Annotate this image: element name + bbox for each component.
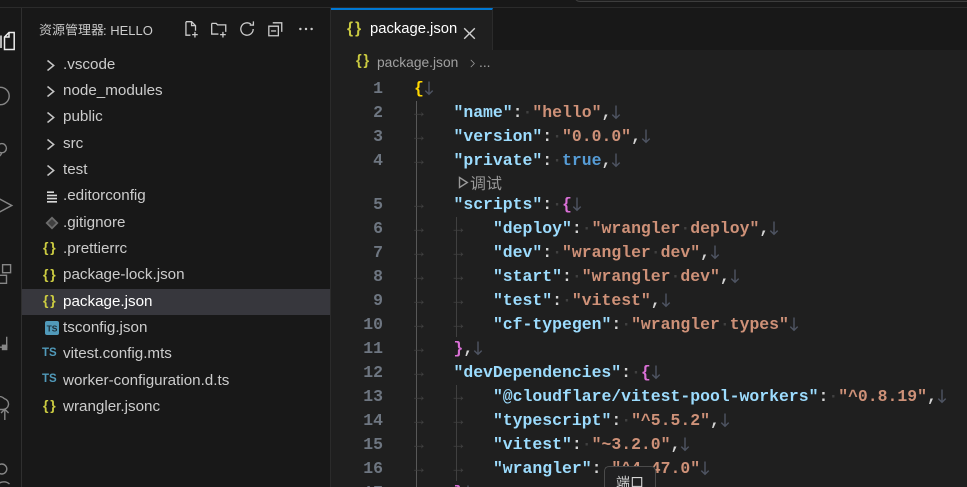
svg-text:TS: TS (47, 324, 58, 334)
